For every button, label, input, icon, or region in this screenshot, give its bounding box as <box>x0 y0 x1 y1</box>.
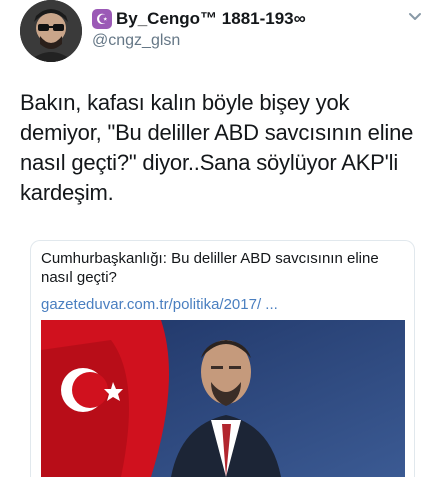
link-card[interactable]: Cumhurbaşkanlığı: Bu deliller ABD savcıs… <box>30 240 415 477</box>
news-photo[interactable] <box>41 320 405 477</box>
author-name-row[interactable]: ☪ By_Cengo™ 1881-193∞ <box>92 8 306 30</box>
avatar[interactable] <box>20 0 82 62</box>
card-url[interactable]: gazeteduvar.com.tr/politika/2017/ ... <box>41 296 278 313</box>
star-crescent-icon: ☪ <box>92 9 112 29</box>
card-title[interactable]: Cumhurbaşkanlığı: Bu deliller ABD savcıs… <box>41 249 401 287</box>
chevron-down-icon[interactable] <box>408 10 422 24</box>
tweet-text: Bakın, kafası kalın böyle bişey yok demi… <box>20 90 414 205</box>
display-name[interactable]: By_Cengo™ 1881-193∞ <box>116 9 306 29</box>
user-handle[interactable]: @cngz_glsn <box>92 32 180 50</box>
